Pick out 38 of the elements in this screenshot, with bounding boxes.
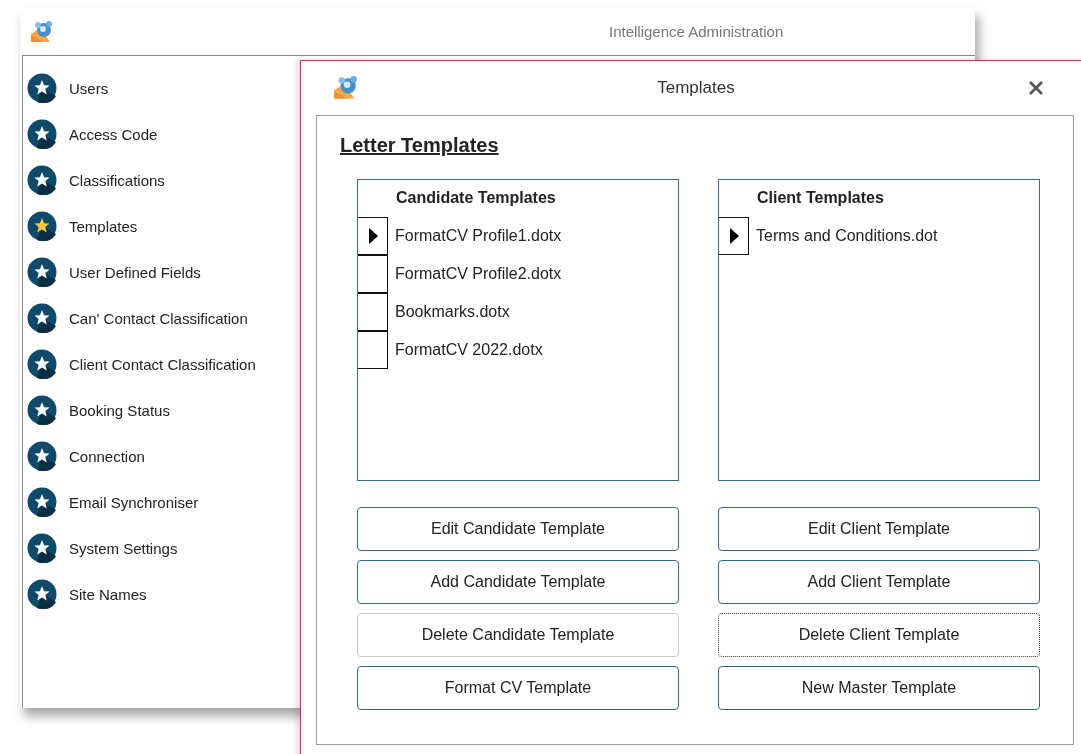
action-button[interactable]: Add Client Template — [718, 560, 1040, 604]
list-item[interactable]: FormatCV Profile1.dotx — [395, 227, 562, 245]
sidebar-item[interactable]: Email Synchroniser — [69, 493, 199, 511]
action-button[interactable]: Add Candidate Template — [357, 560, 679, 604]
row-pointer-icon — [728, 227, 739, 244]
list-item[interactable]: FormatCV 2022.dotx — [395, 341, 543, 359]
sidebar-item[interactable]: Site Names — [69, 585, 147, 603]
sidebar-item[interactable]: Classifications — [69, 171, 165, 189]
action-button[interactable]: New Master Template — [718, 666, 1040, 710]
sidebar-item[interactable]: System Settings — [69, 539, 178, 557]
app-logo-icon — [30, 19, 54, 44]
row-pointer-icon — [367, 227, 378, 244]
sidebar-item[interactable]: Templates — [69, 217, 138, 235]
action-button[interactable]: Format CV Template — [357, 666, 679, 710]
action-button[interactable]: Edit Candidate Template — [357, 507, 679, 551]
sidebar-item[interactable]: Booking Status — [69, 401, 170, 419]
section-heading: Letter Templates — [340, 134, 499, 157]
app-logo-icon — [333, 75, 359, 101]
row-selector[interactable] — [358, 292, 388, 331]
action-button[interactable]: Delete Client Template — [718, 613, 1040, 657]
sidebar-item[interactable]: Can' Contact Classification — [69, 309, 248, 327]
action-button[interactable]: Edit Client Template — [718, 507, 1040, 551]
list-item[interactable]: Terms and Conditions.dot — [756, 227, 938, 245]
list-header: Candidate Templates — [395, 188, 557, 208]
row-selector[interactable] — [719, 216, 749, 255]
window-title: Intelligence Administration — [609, 23, 784, 40]
list-item[interactable]: FormatCV Profile2.dotx — [395, 265, 562, 283]
sidebar-item[interactable]: User Defined Fields — [69, 263, 201, 281]
row-selector[interactable] — [358, 254, 388, 293]
row-selector[interactable] — [358, 216, 388, 255]
list-header: Client Templates — [756, 188, 885, 208]
sidebar-item[interactable]: Access Code — [69, 125, 158, 143]
sidebar-item[interactable]: Client Contact Classification — [69, 355, 256, 373]
row-selector[interactable] — [358, 330, 388, 369]
sidebar-item[interactable]: Connection — [69, 447, 145, 465]
sidebar-item[interactable]: Users — [69, 79, 109, 97]
dialog-title: Templates — [657, 78, 735, 98]
list-item[interactable]: Bookmarks.dotx — [395, 303, 510, 321]
